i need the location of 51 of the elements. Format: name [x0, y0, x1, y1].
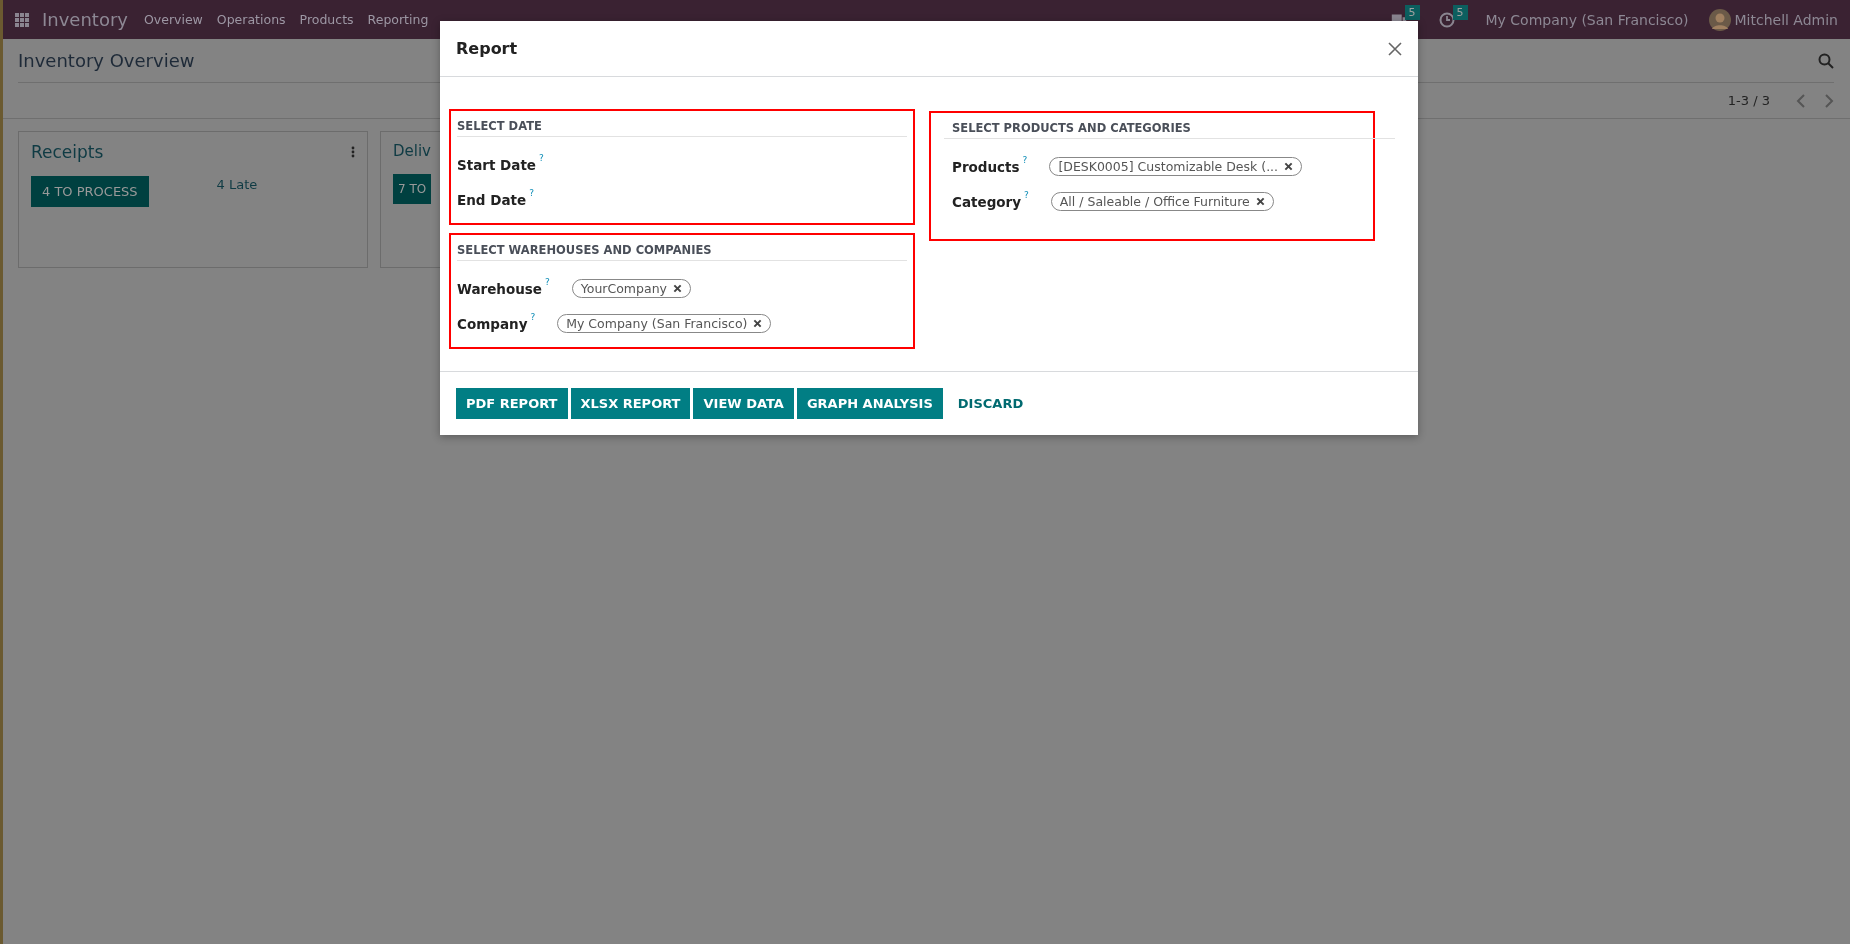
to-process-button[interactable]: 4 TO PROCESS — [31, 176, 149, 207]
remove-icon[interactable] — [753, 319, 763, 328]
help-tooltip[interactable]: ? — [1024, 190, 1029, 200]
tag-text: [DESK0005] Customizable Desk (... — [1058, 159, 1279, 174]
field-label: End Date — [457, 191, 527, 208]
pager-value: 1-3 / 3 — [1727, 93, 1770, 108]
field-label: Company — [457, 315, 528, 332]
remove-icon[interactable] — [1284, 162, 1294, 171]
search-icon[interactable] — [1818, 52, 1834, 69]
menu-item[interactable]: Overview — [144, 12, 203, 27]
apps-menu-icon[interactable] — [15, 12, 29, 27]
menu-item[interactable]: Products — [299, 12, 354, 27]
menu-item[interactable]: Operations — [216, 12, 286, 27]
to-process-button[interactable]: 7 TO — [393, 174, 432, 204]
field-label: Products — [952, 158, 1020, 175]
help-tooltip[interactable]: ? — [539, 153, 544, 163]
card-title[interactable]: Receipts — [31, 142, 104, 162]
section-heading: SELECT DATE — [457, 119, 907, 137]
company-switcher[interactable]: My Company (San Francisco) — [1485, 11, 1689, 28]
close-icon[interactable] — [1388, 41, 1402, 56]
app-name[interactable]: Inventory — [42, 9, 128, 30]
help-tooltip[interactable]: ? — [530, 312, 536, 322]
section-heading: SELECT WAREHOUSES AND COMPANIES — [457, 243, 907, 261]
clock-icon[interactable] — [1437, 11, 1456, 28]
tag-text: All / Saleable / Office Furniture — [1059, 194, 1250, 209]
tag-text: YourCompany — [580, 281, 667, 296]
activity-count-badge: 5 — [1452, 5, 1468, 20]
tag-text: My Company (San Francisco) — [566, 316, 748, 331]
dialog-title: Report — [456, 39, 518, 58]
page-title: Inventory Overview — [18, 50, 195, 71]
report-button[interactable]: GRAPH ANALYSIS — [796, 388, 943, 419]
late-link[interactable]: 4 Late — [216, 177, 258, 192]
field-label: Start Date — [457, 156, 537, 173]
report-button[interactable]: VIEW DATA — [693, 388, 794, 419]
help-tooltip[interactable]: ? — [529, 188, 534, 198]
card-title[interactable]: Deliv — [393, 142, 431, 160]
help-tooltip[interactable]: ? — [545, 277, 550, 287]
user-name[interactable]: Mitchell Admin — [1734, 11, 1838, 28]
field-label: Warehouse — [457, 280, 543, 297]
remove-icon[interactable] — [672, 284, 682, 293]
discard-button[interactable]: DISCARD — [945, 388, 1036, 419]
field-label: Category — [952, 193, 1022, 210]
remove-icon[interactable] — [1255, 197, 1265, 206]
menu-item[interactable]: Reporting — [367, 12, 429, 27]
help-tooltip[interactable]: ? — [1022, 155, 1028, 165]
report-button[interactable]: XLSX REPORT — [570, 388, 691, 419]
section-heading: SELECT PRODUCTS AND CATEGORIES — [944, 121, 1395, 139]
message-count-badge: 5 — [1404, 5, 1420, 20]
report-button[interactable]: PDF REPORT — [456, 388, 568, 419]
user-avatar-icon[interactable] — [1708, 8, 1731, 31]
more-options-icon[interactable] — [351, 146, 355, 158]
